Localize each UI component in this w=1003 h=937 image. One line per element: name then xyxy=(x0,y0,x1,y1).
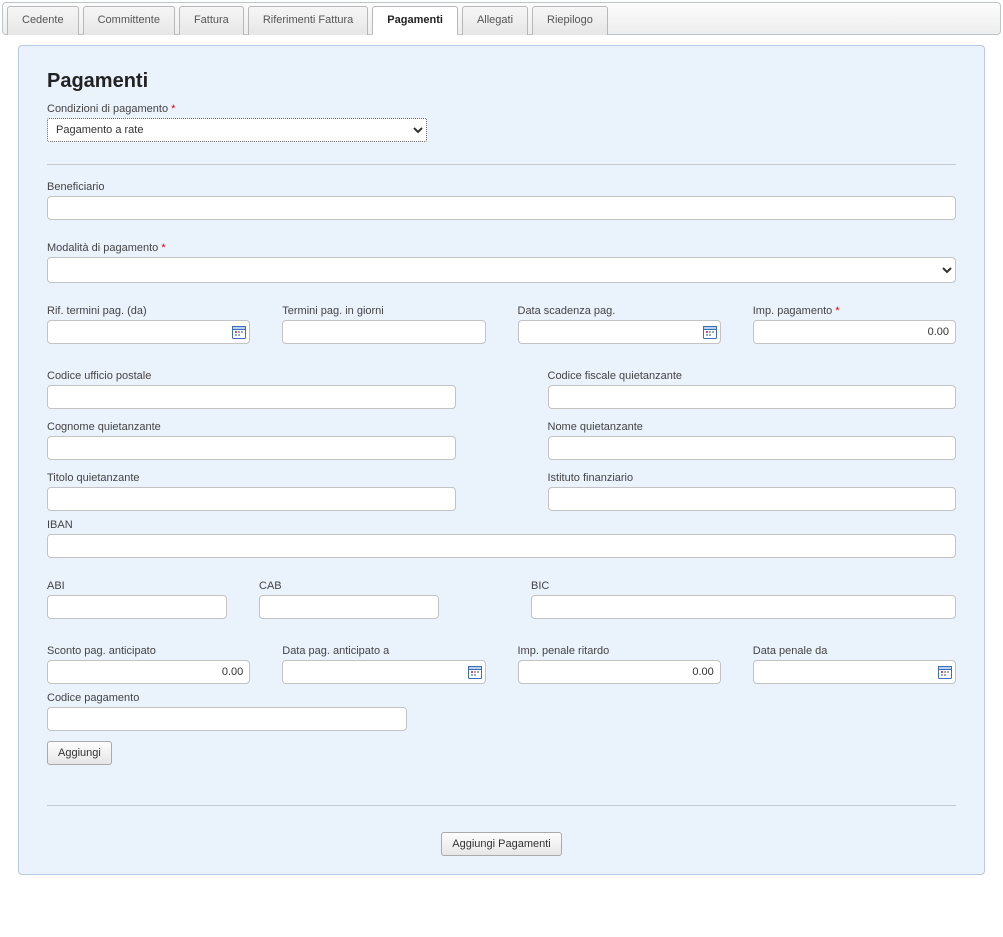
tab-riferimenti-fattura[interactable]: Riferimenti Fattura xyxy=(248,6,368,35)
label-data-penale: Data penale da xyxy=(753,645,956,657)
tab-allegati[interactable]: Allegati xyxy=(462,6,528,35)
label-iban: IBAN xyxy=(47,519,956,531)
input-bic[interactable] xyxy=(531,595,956,619)
panel-pagamenti: Pagamenti Condizioni di pagamento * Paga… xyxy=(18,45,985,875)
label-imp-pagamento: Imp. pagamento * xyxy=(753,305,956,317)
input-data-scadenza[interactable] xyxy=(518,320,721,344)
tab-committente[interactable]: Committente xyxy=(83,6,175,35)
input-sconto-anticipato[interactable] xyxy=(47,660,250,684)
label-cab: CAB xyxy=(259,580,439,592)
separator xyxy=(47,805,956,806)
select-modalita[interactable] xyxy=(47,257,956,283)
input-nome-quiet[interactable] xyxy=(548,436,957,460)
label-data-scadenza: Data scadenza pag. xyxy=(518,305,721,317)
calendar-icon[interactable] xyxy=(702,324,718,340)
label-beneficiario: Beneficiario xyxy=(47,181,956,193)
label-cf-quiet: Codice fiscale quietanzante xyxy=(548,370,957,382)
label-abi: ABI xyxy=(47,580,227,592)
label-istituto: Istituto finanziario xyxy=(548,472,957,484)
aggiungi-pagamenti-button[interactable]: Aggiungi Pagamenti xyxy=(441,832,561,856)
calendar-icon[interactable] xyxy=(937,664,953,680)
label-rif-termini: Rif. termini pag. (da) xyxy=(47,305,250,317)
label-cognome-quiet: Cognome quietanzante xyxy=(47,421,456,433)
tab-pagamenti[interactable]: Pagamenti xyxy=(372,6,458,35)
label-bic: BIC xyxy=(531,580,956,592)
tab-riepilogo[interactable]: Riepilogo xyxy=(532,6,608,35)
input-cf-quiet[interactable] xyxy=(548,385,957,409)
label-modalita: Modalità di pagamento * xyxy=(47,242,956,254)
label-nome-quiet: Nome quietanzante xyxy=(548,421,957,433)
input-imp-penale[interactable] xyxy=(518,660,721,684)
input-imp-pagamento[interactable] xyxy=(753,320,956,344)
input-codice-ufficio[interactable] xyxy=(47,385,456,409)
input-cognome-quiet[interactable] xyxy=(47,436,456,460)
input-data-penale[interactable] xyxy=(753,660,956,684)
separator xyxy=(47,164,956,165)
label-codice-pagamento: Codice pagamento xyxy=(47,692,956,704)
input-rif-termini[interactable] xyxy=(47,320,250,344)
label-imp-penale: Imp. penale ritardo xyxy=(518,645,721,657)
label-data-anticipato: Data pag. anticipato a xyxy=(282,645,485,657)
input-abi[interactable] xyxy=(47,595,227,619)
calendar-icon[interactable] xyxy=(231,324,247,340)
label-sconto-anticipato: Sconto pag. anticipato xyxy=(47,645,250,657)
label-condizioni: Condizioni di pagamento * xyxy=(47,103,956,115)
input-data-anticipato[interactable] xyxy=(282,660,485,684)
input-termini-giorni[interactable] xyxy=(282,320,485,344)
input-cab[interactable] xyxy=(259,595,439,619)
tab-fattura[interactable]: Fattura xyxy=(179,6,244,35)
aggiungi-button[interactable]: Aggiungi xyxy=(47,741,112,765)
input-istituto[interactable] xyxy=(548,487,957,511)
select-condizioni[interactable]: Pagamento a rate xyxy=(47,118,427,142)
tab-bar: Cedente Committente Fattura Riferimenti … xyxy=(2,2,1001,35)
page-title: Pagamenti xyxy=(47,70,956,93)
input-titolo-quiet[interactable] xyxy=(47,487,456,511)
input-iban[interactable] xyxy=(47,534,956,558)
input-beneficiario[interactable] xyxy=(47,196,956,220)
label-codice-ufficio: Codice ufficio postale xyxy=(47,370,456,382)
label-termini-giorni: Termini pag. in giorni xyxy=(282,305,485,317)
calendar-icon[interactable] xyxy=(467,664,483,680)
label-titolo-quiet: Titolo quietanzante xyxy=(47,472,456,484)
input-codice-pagamento[interactable] xyxy=(47,707,407,731)
tab-cedente[interactable]: Cedente xyxy=(7,6,79,35)
